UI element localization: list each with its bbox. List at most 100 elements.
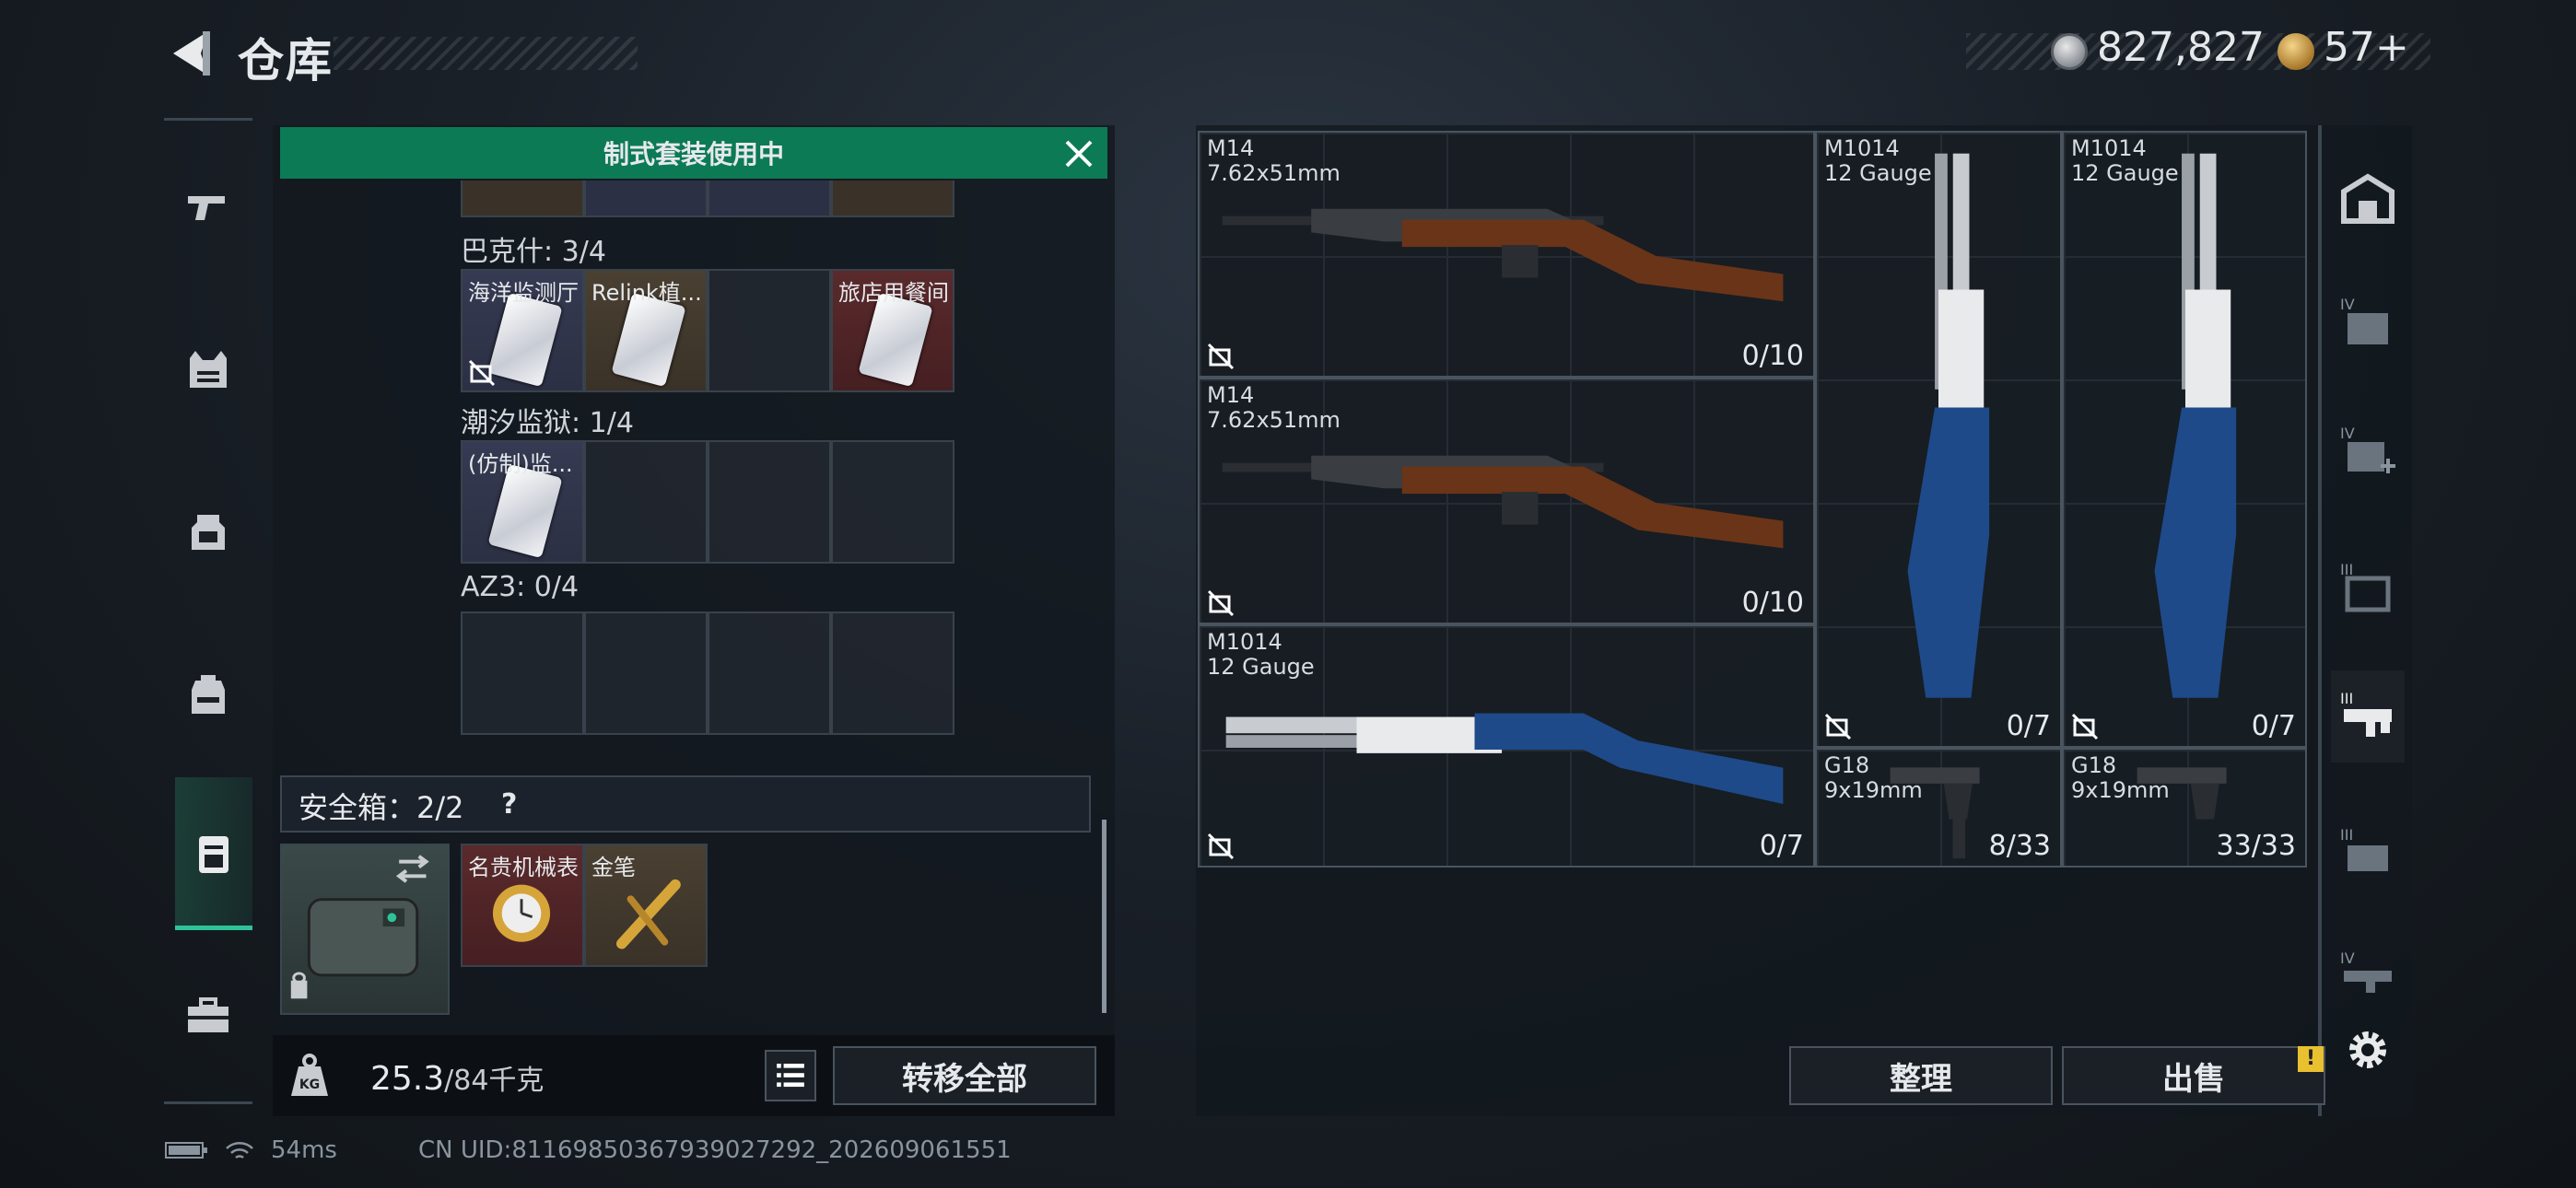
ammo-count: 0/7 [2006, 710, 2051, 742]
stash-item-m1014[interactable]: M1014 12 Gauge 0/7 [1815, 131, 2062, 748]
ammo-box-icon: III [2340, 826, 2388, 871]
slot-label: 金笔 [591, 855, 636, 880]
nav-toolbox[interactable] [164, 965, 252, 1066]
key-slot[interactable]: 旅店用餐间 [831, 269, 954, 392]
keycard-icon [611, 292, 686, 388]
list-view-button[interactable] [765, 1050, 816, 1101]
tab-tier-iv-medical[interactable]: IV [2331, 405, 2405, 497]
title-decoration [334, 37, 638, 70]
close-icon [1065, 140, 1093, 168]
tab-tier-iii-weapons-active[interactable]: III [2331, 670, 2405, 763]
nav-weapons[interactable] [164, 157, 252, 258]
silver-coin-amount: 827,827 [2097, 24, 2265, 71]
container-icon [2341, 173, 2395, 224]
transfer-all-button[interactable]: 转移全部 [833, 1046, 1096, 1105]
key-slot-empty[interactable] [584, 611, 708, 735]
key-slot-empty[interactable] [708, 269, 831, 392]
nav-armor[interactable] [164, 319, 252, 420]
tab-tier-iii-ammo[interactable]: III [2331, 807, 2405, 899]
safe-box-container[interactable] [280, 844, 450, 1015]
help-button[interactable]: ? [501, 788, 517, 821]
status-bar: 54ms CN UID:8116985036793902729​2_202609… [164, 1136, 1012, 1164]
stash-item-g18[interactable]: G18 9x19mm 33/33 [2062, 748, 2307, 868]
key-slot-empty[interactable] [831, 440, 954, 564]
list-icon [777, 1064, 804, 1088]
tab-tier-iv-storage[interactable]: IV [2331, 276, 2405, 368]
nav-container-active[interactable] [175, 777, 252, 930]
tab-tier-iv-weapons[interactable]: IV [2331, 930, 2405, 1022]
item-name: M1014 12 Gauge [1207, 629, 1315, 680]
battery-icon [165, 1142, 207, 1159]
item-name: M1014 12 Gauge [1824, 135, 1932, 186]
item-name: M14 7.62x51mm [1207, 135, 1341, 186]
no-use-icon [2071, 713, 2099, 740]
section-slots-bakesh: 海洋监测厅 Relink植... 旅店用餐间 [461, 269, 954, 392]
ammo-count: 0/7 [2251, 710, 2296, 742]
shotgun-m1014-icon [1907, 153, 1990, 698]
keycard-icon [858, 292, 933, 388]
ammo-count: 8/33 [1988, 830, 2051, 862]
gear-icon [2349, 1031, 2386, 1068]
stash-item-m14[interactable]: M14 7.62x51mm 0/10 [1198, 131, 1815, 378]
key-slot-empty[interactable] [708, 440, 831, 564]
key-slot[interactable]: (仿制)监... [461, 440, 584, 564]
slot-label: Relink植... [591, 280, 702, 306]
slot-label: 旅店用餐间 [838, 280, 949, 306]
key-slot-empty[interactable] [584, 440, 708, 564]
svg-text:IV: IV [2340, 949, 2355, 967]
sell-button[interactable]: 出售 [2062, 1046, 2325, 1105]
svg-text:IV: IV [2340, 425, 2355, 442]
item-name: G18 9x19mm [2071, 752, 2170, 803]
silver-coin-icon [2051, 33, 2088, 70]
stash-item-g18[interactable]: G18 9x19mm 8/33 [1815, 748, 2062, 868]
safe-item-pen[interactable]: 金笔 [584, 844, 708, 967]
slot-label: 海洋监测厅 [468, 280, 579, 306]
item-name: M14 7.62x51mm [1207, 382, 1341, 433]
ammo-count: 0/10 [1741, 587, 1804, 619]
nav-divider [164, 1101, 252, 1104]
loadout-status-banner[interactable]: 制式套装使用中 [280, 127, 1107, 179]
stash-item-m1014[interactable]: M1014 12 Gauge 0/7 [1198, 624, 1815, 868]
safe-box-label: 安全箱：2/2 [299, 790, 464, 825]
chest-rig-icon [192, 515, 225, 550]
settings-button[interactable] [2342, 1024, 2394, 1076]
safe-item-watch[interactable]: 名贵机械表 [461, 844, 584, 967]
alert-badge: ! [2298, 1046, 2324, 1072]
pistol-icon [188, 196, 225, 220]
tab-tier-iii-armor[interactable]: III [2331, 542, 2405, 634]
slot-label: (仿制)监... [468, 451, 573, 477]
weight-current: 25.3 [370, 1060, 445, 1098]
armor-icon: III [2340, 561, 2391, 612]
nav-divider [164, 118, 252, 121]
scrollbar[interactable] [1102, 820, 1107, 1013]
keycard-icon [487, 463, 563, 559]
secure-case-icon [290, 855, 429, 999]
key-slot[interactable]: Relink植... [584, 269, 708, 392]
section-label-tidal-prison: 潮汐监狱: 1/4 [461, 407, 634, 439]
gold-medal-amount[interactable]: 57+ [2324, 24, 2409, 71]
weight-readout: 25.3/84千克 [370, 1057, 544, 1098]
stash-item-m14[interactable]: M14 7.62x51mm 0/10 [1198, 378, 1815, 624]
gold-medal-icon [2277, 33, 2314, 70]
key-slot-empty[interactable] [708, 611, 831, 735]
shotgun-m1014-icon [2154, 153, 2237, 698]
no-use-icon [468, 359, 496, 387]
stash-item-m1014[interactable]: M1014 12 Gauge 0/7 [2062, 131, 2307, 748]
nav-backpack[interactable] [164, 643, 252, 744]
ammo-count: 0/10 [1741, 340, 1804, 372]
close-banner-button[interactable] [1060, 134, 1098, 173]
key-slot-empty[interactable] [461, 611, 584, 735]
tab-container[interactable] [2331, 153, 2405, 245]
ammo-count: 0/7 [1759, 830, 1804, 862]
nav-rig[interactable] [164, 481, 252, 582]
weight-icon: KG [291, 1054, 328, 1096]
back-button[interactable] [162, 26, 217, 81]
svg-text:KG: KG [299, 1077, 320, 1092]
sort-button[interactable]: 整理 [1789, 1046, 2053, 1105]
key-slot[interactable]: 海洋监测厅 [461, 269, 584, 392]
pouch-icon [199, 836, 228, 873]
key-slot-empty[interactable] [831, 611, 954, 735]
toolbox-icon [188, 997, 228, 1032]
page-title: 仓库 [238, 34, 334, 87]
no-use-icon [1207, 589, 1235, 617]
